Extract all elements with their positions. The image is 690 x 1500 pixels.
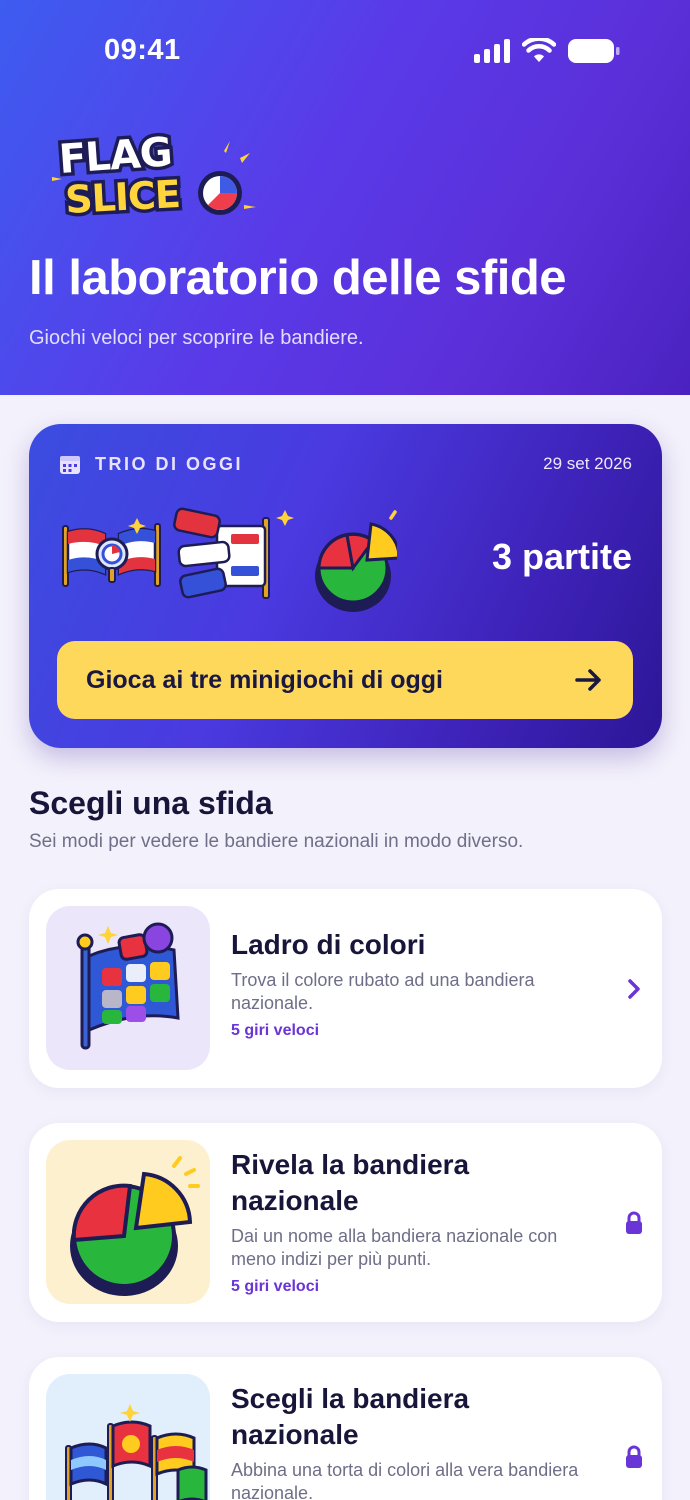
flag-slice-logo: FLAG SLICE [52,126,256,225]
page-subtitle: Giochi veloci per scoprire le bandiere. [29,327,364,349]
wifi-icon [522,38,556,62]
game-title: Scegli la bandiera nazionale [231,1383,470,1450]
game-text: Ladro di colori Trova il colore rubato a… [231,927,591,1040]
daily-games-illustration [62,507,397,612]
flag-magnifier-icon [62,518,161,587]
status-icons [474,38,620,64]
flag-stripes-icon [173,507,294,599]
game-rounds: 5 giri veloci [231,1278,320,1295]
play-daily-button[interactable]: Gioca ai tre minigiochi di oggi [57,641,633,719]
game-card-rivela-la-bandiera[interactable]: Rivela la bandiera nazionale Dai un nome… [29,1123,662,1322]
game-description: Abbina una torta di colori alla vera ban… [231,1460,579,1500]
hero-header: 09:41 FLAG SLICE Il laboratorio delle sf… [0,0,690,395]
section-subtitle: Sei modi per vedere le bandiere nazional… [29,831,524,852]
flags-row-icon [65,1404,208,1500]
page-title: Il laboratorio delle sfide [29,251,567,305]
pie-slice-icon [315,510,397,612]
arrow-right-icon [575,669,601,691]
signal-icon [474,39,510,63]
game-text: Scegli la bandiera nazionale Abbina una … [231,1381,591,1500]
game-title: Rivela la bandiera nazionale [231,1149,470,1216]
logo-text-bottom: SLICE [64,172,181,222]
game-thumb [46,1140,210,1304]
game-title: Ladro di colori [231,929,426,960]
daily-date: 29 set 2026 [543,454,632,473]
color-flag-icon [76,922,180,1050]
lock-icon [626,1445,642,1468]
status-time: 09:41 [104,34,181,66]
calendar-icon [60,456,80,474]
daily-count: 3 partite [491,536,632,577]
game-rounds: 5 giri veloci [231,1022,320,1039]
status-bar: 09:41 [0,0,690,100]
daily-challenge-card[interactable]: TRIO DI OGGI 29 set 2026 3 partite Gioca… [29,424,662,748]
chevron-right-icon [628,978,640,999]
daily-label: TRIO DI OGGI [95,454,244,474]
game-description: Trova il colore rubato ad una bandiera n… [231,970,535,1013]
game-thumb [46,1374,210,1500]
game-card-ladro-di-colori[interactable]: Ladro di colori Trova il colore rubato a… [29,889,662,1088]
game-text: Rivela la bandiera nazionale Dai un nome… [231,1147,591,1296]
game-card-scegli-la-bandiera[interactable]: Scegli la bandiera nazionale Abbina una … [29,1357,662,1500]
section-title: Scegli una sfida [29,785,273,821]
game-description: Dai un nome alla bandiera nazionale con … [231,1226,558,1269]
lock-icon [626,1211,642,1234]
play-daily-label: Gioca ai tre minigiochi di oggi [86,665,443,694]
pie-chart-icon [70,1156,200,1296]
battery-icon [568,39,620,63]
game-thumb [46,906,210,1070]
